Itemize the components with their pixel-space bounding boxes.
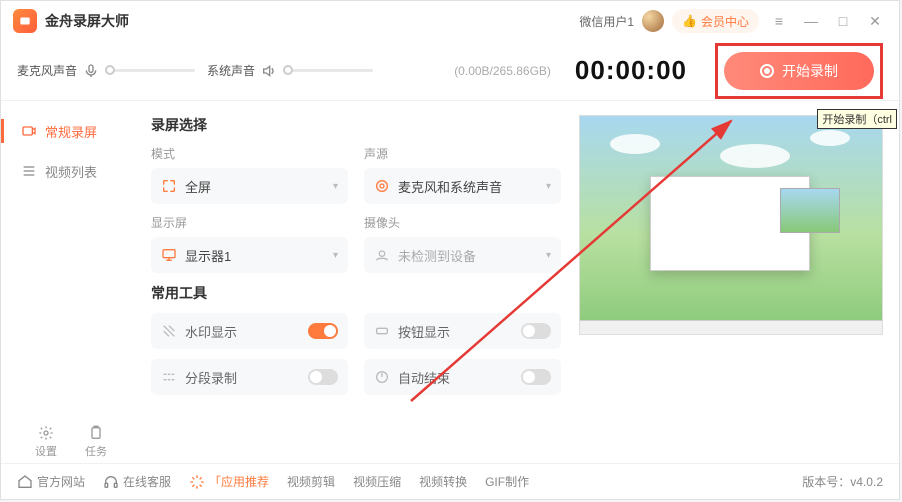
clipboard-icon — [88, 425, 104, 441]
start-record-button[interactable]: 开始录制 — [724, 52, 874, 90]
sidebar: 常规录屏 视频列表 — [1, 101, 141, 461]
content: 录屏选择 模式 全屏 ▾ 声源 麦克风和系统声音 ▾ — [141, 101, 579, 461]
segment-label: 分段录制 — [185, 368, 300, 387]
control-row: 麦克风声音 系统声音 (0.00B/265.86GB) 00:00:00 开始录… — [1, 41, 899, 101]
chevron-down-icon: ▾ — [333, 181, 338, 192]
sparkle-icon — [189, 474, 205, 490]
tasks-button[interactable]: 任务 — [85, 425, 107, 459]
system-audio-label: 系统声音 — [207, 62, 255, 79]
chevron-down-icon: ▾ — [546, 250, 551, 261]
segment-icon — [161, 369, 177, 385]
thumbs-icon: 👍 — [682, 14, 697, 28]
mic-control[interactable]: 麦克风声音 — [17, 62, 195, 79]
mic-icon — [83, 63, 99, 79]
segment-tool: 分段录制 — [151, 359, 348, 395]
headset-icon — [103, 474, 119, 490]
gear-icon — [38, 425, 54, 441]
user-name[interactable]: 微信用户1 — [579, 13, 634, 30]
record-tooltip: 开始录制（ctrl — [817, 109, 897, 129]
camera-label: 摄像头 — [364, 214, 561, 231]
vip-button[interactable]: 👍 会员中心 — [672, 9, 759, 33]
home-icon — [17, 474, 33, 490]
maximize-button[interactable]: □ — [831, 9, 855, 33]
display-value: 显示器1 — [185, 246, 325, 265]
timer: 00:00:00 — [575, 55, 687, 86]
sidebar-item-list[interactable]: 视频列表 — [1, 151, 141, 191]
watermark-label: 水印显示 — [185, 322, 300, 341]
video-edit-link[interactable]: 视频剪辑 — [287, 473, 335, 490]
app-icon — [13, 9, 37, 33]
sidebar-item-record[interactable]: 常规录屏 — [1, 111, 141, 151]
segment-toggle[interactable] — [308, 369, 338, 385]
section-title-record: 录屏选择 — [151, 115, 561, 135]
auto-end-tool: 自动结束 — [364, 359, 561, 395]
button-show-label: 按钮显示 — [398, 322, 513, 341]
minimize-button[interactable]: — — [799, 9, 823, 33]
tasks-label: 任务 — [85, 443, 107, 459]
close-button[interactable]: ✕ — [863, 9, 887, 33]
footer: 官方网站 在线客服 「应用推荐 视频剪辑 视频压缩 视频转换 GIF制作 版本号… — [1, 463, 899, 499]
preview-panel — [579, 101, 899, 461]
settings-label: 设置 — [35, 443, 57, 459]
auto-end-toggle[interactable] — [521, 369, 551, 385]
system-audio-control[interactable]: 系统声音 — [207, 62, 373, 79]
watermark-tool: 水印显示 — [151, 313, 348, 349]
camera-dropdown[interactable]: 未检测到设备 ▾ — [364, 237, 561, 273]
source-value: 麦克风和系统声音 — [398, 177, 538, 196]
section-title-tools: 常用工具 — [151, 283, 561, 303]
mode-label: 模式 — [151, 145, 348, 162]
titlebar: 金舟录屏大师 微信用户1 👍 会员中心 ≡ — □ ✕ — [1, 1, 899, 41]
mic-slider[interactable] — [105, 69, 195, 72]
camera-icon — [374, 247, 390, 263]
record-tab-icon — [21, 123, 37, 139]
video-convert-link[interactable]: 视频转换 — [419, 473, 467, 490]
power-icon — [374, 369, 390, 385]
speaker-icon — [261, 63, 277, 79]
monitor-icon — [161, 247, 177, 263]
display-dropdown[interactable]: 显示器1 ▾ — [151, 237, 348, 273]
button-show-tool: 按钮显示 — [364, 313, 561, 349]
avatar[interactable] — [642, 10, 664, 32]
customer-service-link[interactable]: 在线客服 — [103, 473, 171, 490]
chevron-down-icon: ▾ — [333, 250, 338, 261]
system-slider[interactable] — [283, 69, 373, 72]
sidebar-label: 视频列表 — [45, 162, 97, 181]
version-info: 版本号：v4.0.2 — [802, 473, 883, 490]
app-title: 金舟录屏大师 — [45, 11, 129, 31]
video-compress-link[interactable]: 视频压缩 — [353, 473, 401, 490]
mic-label: 麦克风声音 — [17, 62, 77, 79]
fullscreen-icon — [161, 178, 177, 194]
record-label: 开始录制 — [782, 61, 838, 81]
preview-image — [579, 115, 883, 335]
camera-value: 未检测到设备 — [398, 246, 538, 265]
mode-value: 全屏 — [185, 177, 325, 196]
record-highlight: 开始录制 — [715, 43, 883, 99]
display-label: 显示屏 — [151, 214, 348, 231]
settings-button[interactable]: 设置 — [35, 425, 57, 459]
mode-dropdown[interactable]: 全屏 ▾ — [151, 168, 348, 204]
auto-end-label: 自动结束 — [398, 368, 513, 387]
sidebar-label: 常规录屏 — [45, 122, 97, 141]
list-tab-icon — [21, 163, 37, 179]
official-site-link[interactable]: 官方网站 — [17, 473, 85, 490]
vip-label: 会员中心 — [701, 13, 749, 30]
source-label: 声源 — [364, 145, 561, 162]
storage-info: (0.00B/265.86GB) — [454, 64, 551, 78]
app-recommend-link[interactable]: 「应用推荐 — [189, 473, 269, 490]
gif-make-link[interactable]: GIF制作 — [485, 473, 529, 490]
watermark-toggle[interactable] — [308, 323, 338, 339]
button-show-toggle[interactable] — [521, 323, 551, 339]
button-icon — [374, 323, 390, 339]
audio-source-icon — [374, 178, 390, 194]
record-icon — [760, 64, 774, 78]
source-dropdown[interactable]: 麦克风和系统声音 ▾ — [364, 168, 561, 204]
menu-button[interactable]: ≡ — [767, 9, 791, 33]
chevron-down-icon: ▾ — [546, 181, 551, 192]
watermark-icon — [161, 323, 177, 339]
